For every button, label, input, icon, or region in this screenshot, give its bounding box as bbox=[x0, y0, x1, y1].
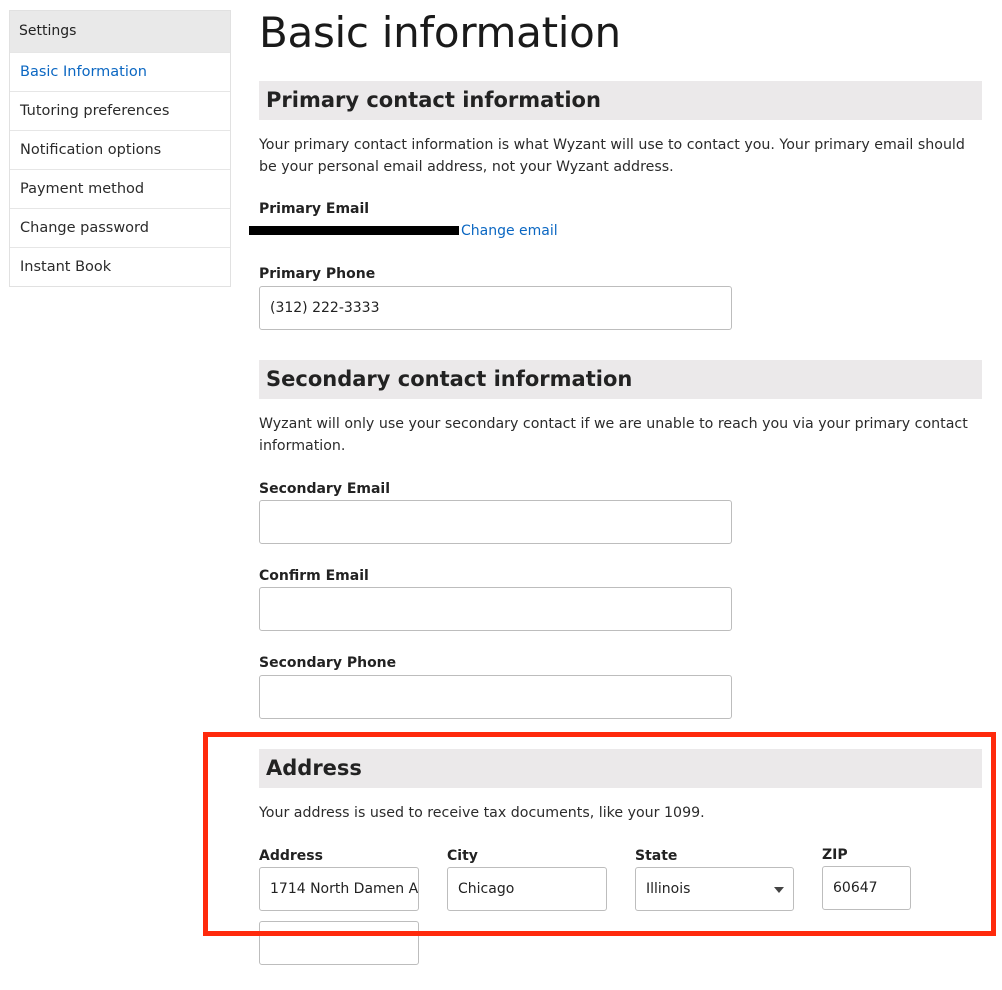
city-label: City bbox=[447, 848, 478, 864]
secondary-contact-heading: Secondary contact information bbox=[259, 360, 982, 399]
city-input[interactable]: Chicago bbox=[447, 867, 607, 911]
address-heading: Address bbox=[259, 749, 982, 788]
sidebar-item-payment-method[interactable]: Payment method bbox=[10, 169, 230, 208]
address-description: Your address is used to receive tax docu… bbox=[259, 805, 705, 821]
address-line1-input[interactable]: 1714 North Damen A bbox=[259, 867, 419, 911]
confirm-email-label: Confirm Email bbox=[259, 568, 369, 584]
city-value: Chicago bbox=[458, 881, 515, 897]
primary-phone-value: (312) 222-3333 bbox=[270, 300, 380, 316]
zip-label: ZIP bbox=[822, 847, 848, 863]
page-title: Basic information bbox=[259, 8, 621, 57]
sidebar-item-basic-information[interactable]: Basic Information bbox=[10, 52, 230, 91]
redacted-email bbox=[249, 226, 459, 235]
confirm-email-input[interactable] bbox=[259, 587, 732, 631]
secondary-contact-description: Wyzant will only use your secondary cont… bbox=[259, 416, 968, 454]
primary-phone-input[interactable]: (312) 222-3333 bbox=[259, 286, 732, 330]
secondary-email-input[interactable] bbox=[259, 500, 732, 544]
address-line1-value: 1714 North Damen A bbox=[270, 881, 419, 897]
change-email-link[interactable]: Change email bbox=[461, 223, 558, 239]
secondary-email-label: Secondary Email bbox=[259, 481, 391, 497]
secondary-phone-input[interactable] bbox=[259, 675, 732, 719]
secondary-phone-label: Secondary Phone bbox=[259, 655, 397, 671]
sidebar-item-notification-options[interactable]: Notification options bbox=[10, 130, 230, 169]
state-label: State bbox=[635, 848, 678, 864]
sidebar-item-change-password[interactable]: Change password bbox=[10, 208, 230, 247]
primary-contact-description: Your primary contact information is what… bbox=[259, 137, 965, 175]
primary-email-label: Primary Email bbox=[259, 201, 370, 217]
state-value: Illinois bbox=[646, 881, 691, 897]
primary-phone-label: Primary Phone bbox=[259, 266, 376, 282]
zip-input[interactable]: 60647 bbox=[822, 866, 911, 910]
sidebar-header: Settings bbox=[10, 11, 230, 52]
settings-sidebar: Settings Basic Information Tutoring pref… bbox=[9, 10, 231, 287]
address-label: Address bbox=[259, 848, 323, 864]
state-select[interactable]: Illinois bbox=[635, 867, 794, 911]
address-line2-input[interactable] bbox=[259, 921, 419, 965]
primary-contact-heading: Primary contact information bbox=[259, 81, 982, 120]
zip-value: 60647 bbox=[833, 880, 878, 896]
sidebar-item-tutoring-preferences[interactable]: Tutoring preferences bbox=[10, 91, 230, 130]
sidebar-item-instant-book[interactable]: Instant Book bbox=[10, 247, 230, 286]
chevron-down-icon bbox=[774, 887, 784, 893]
